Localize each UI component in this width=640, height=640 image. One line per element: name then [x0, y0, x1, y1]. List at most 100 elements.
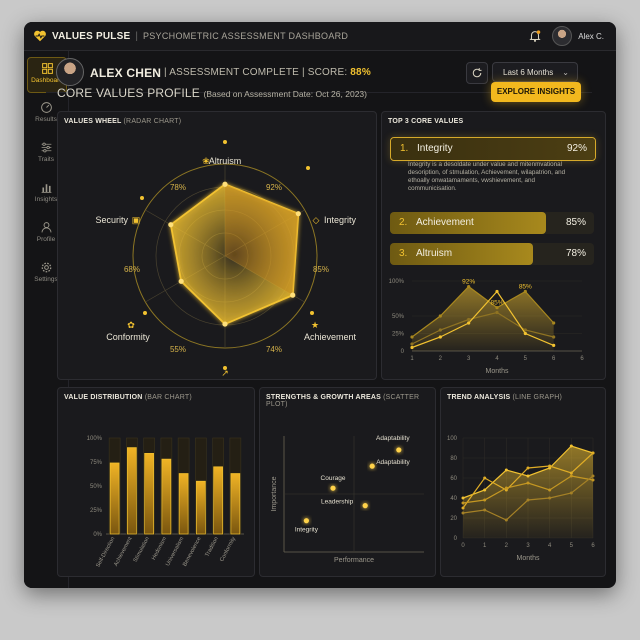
page-title-text: CORE VALUES PROFILE [57, 86, 200, 100]
values-wheel-panel: VALUES WHEEL (RADAR CHART) 78% Altruism 92… [57, 111, 377, 380]
radar-axis-dot [140, 196, 144, 200]
trend-y-tick: 100 [447, 436, 458, 442]
trend-point [548, 496, 552, 500]
gauge-icon [40, 102, 52, 113]
scatter-point-label: Leadership [321, 499, 354, 506]
core-value-row[interactable]: 2. Achievement 85% [390, 212, 594, 234]
mini-y-tick: 100% [389, 279, 405, 285]
mini-x-tick: 6 [580, 356, 584, 362]
scatter-point-label: Courage [321, 475, 346, 482]
radar-value-label: 74% [266, 345, 282, 354]
mini-point [410, 342, 414, 346]
top-right-controls: Alex C. [528, 26, 604, 46]
bar-category-label: Tradition [204, 536, 219, 558]
assessment-status: | ASSESSMENT COMPLETE | SCORE: 88% [164, 67, 371, 78]
mini-x-tick: 3 [467, 356, 471, 362]
trend-point [504, 518, 508, 522]
trend-point [591, 451, 595, 455]
bar-category-label: Benevolence [182, 536, 202, 567]
score-value: 88% [350, 67, 371, 78]
trend-point [569, 491, 573, 495]
core-value-row[interactable]: 3. Altruism 78% [390, 243, 594, 265]
radar-chart: 78% Altruism 92% Integrity 85% Achievement 74%… [95, 140, 357, 378]
bar [127, 447, 137, 535]
mini-x-tick: 1 [410, 356, 414, 362]
trend-point [526, 474, 530, 478]
radar-axis-dot [143, 311, 147, 315]
bar [213, 466, 223, 535]
trend-y-tick: 80 [450, 456, 457, 462]
trend-x-tick: 4 [548, 543, 552, 549]
trend-y-tick: 60 [450, 476, 457, 482]
radar-point [222, 181, 228, 187]
trend-point [548, 464, 552, 468]
bar-category-label: Achievement [113, 536, 134, 568]
core-value-pct: 92% [566, 143, 587, 154]
radar-value-label: 78% [170, 183, 186, 192]
date-range-select[interactable]: Last 6 Months ⌄ [492, 62, 578, 82]
trend-point [483, 488, 487, 492]
status-label: ASSESSMENT COMPLETE [169, 67, 299, 78]
trend-point [569, 471, 573, 475]
sidebar-item-label: Insights [34, 196, 58, 203]
radar-axis-dot [310, 311, 314, 315]
user-icon [41, 222, 51, 233]
scatter-point [396, 447, 402, 453]
refresh-button[interactable] [466, 62, 488, 84]
radar-point [290, 292, 296, 298]
trend-x-tick: 0 [461, 543, 465, 549]
trend-point [569, 474, 573, 478]
explore-insights-button[interactable]: EXPLORE INSIGHTS [491, 82, 581, 102]
radar-axis-label: Integrity [324, 215, 357, 225]
trend-point [569, 444, 573, 448]
trend-panel: TREND ANALYSIS (LINE GRAPH) 100 80 60 40 20 0… [440, 387, 606, 577]
bell-icon[interactable] [528, 29, 542, 43]
core-value-name: Achievement [416, 217, 474, 228]
scatter-point-label: Adaptability [376, 435, 410, 442]
top-values-panel: TOP 3 CORE VALUES 1. Integrity 92% Integ… [381, 111, 606, 380]
trend-point [526, 481, 530, 485]
radar-axis-dot [306, 166, 310, 170]
bar-y-tick: 75% [90, 460, 103, 466]
bar-chart-icon [41, 184, 51, 193]
radar-axis-label: Achievement [304, 332, 357, 342]
app-subtitle: PSYCHOMETRIC ASSESSMENT DASHBOARD [142, 31, 349, 41]
trend-x-tick: 3 [526, 543, 530, 549]
trophy-icon: ★ [311, 320, 319, 330]
trend-point [483, 476, 487, 480]
radar-value-label: 55% [170, 345, 186, 354]
sidebar-item-label: Traits [37, 156, 54, 163]
bar-y-tick: 25% [90, 508, 103, 514]
trend-y-tick: 40 [450, 496, 457, 502]
score-label: SCORE: [307, 67, 348, 78]
heart-pulse-icon [34, 30, 46, 42]
user-avatar[interactable] [552, 26, 573, 46]
bar-y-tick: 100% [87, 436, 103, 442]
profile-name: ALEX CHEN [90, 66, 162, 80]
title-divider: | [135, 30, 138, 42]
core-value-fill [390, 243, 534, 265]
chevron-down-icon: ⌄ [562, 68, 569, 77]
scatter-point-label: Adaptability [376, 459, 410, 466]
line-chart: 100 80 60 40 20 00 1 2 3 4 5 6 Months [447, 436, 595, 562]
mini-x-tick: 6 [552, 356, 556, 362]
mini-data-label: 85% [490, 300, 503, 307]
radar-point [178, 278, 184, 284]
page-subtitle: (Based on Assessment Date: Oct 26, 2023) [203, 89, 367, 99]
mini-point [552, 335, 556, 339]
app-window: VALUES PULSE | PSYCHOMETRIC ASSESSMENT D… [24, 22, 616, 588]
radar-point [295, 211, 301, 217]
sidebar-item-label: Settings [34, 276, 58, 283]
user-name[interactable]: Alex C. [578, 32, 604, 41]
bar [144, 453, 154, 535]
core-value-name: Integrity [417, 143, 453, 154]
trend-point [591, 474, 595, 478]
core-value-row[interactable]: 1. Integrity 92% [390, 137, 596, 161]
mini-point [467, 321, 471, 325]
mini-point [410, 345, 414, 350]
hands-icon: ❀ [202, 156, 210, 166]
trend-point [591, 478, 595, 482]
scatter-point-label: Integrity [295, 527, 319, 534]
mini-point [410, 335, 414, 339]
trend-x-tick: 6 [591, 543, 595, 549]
